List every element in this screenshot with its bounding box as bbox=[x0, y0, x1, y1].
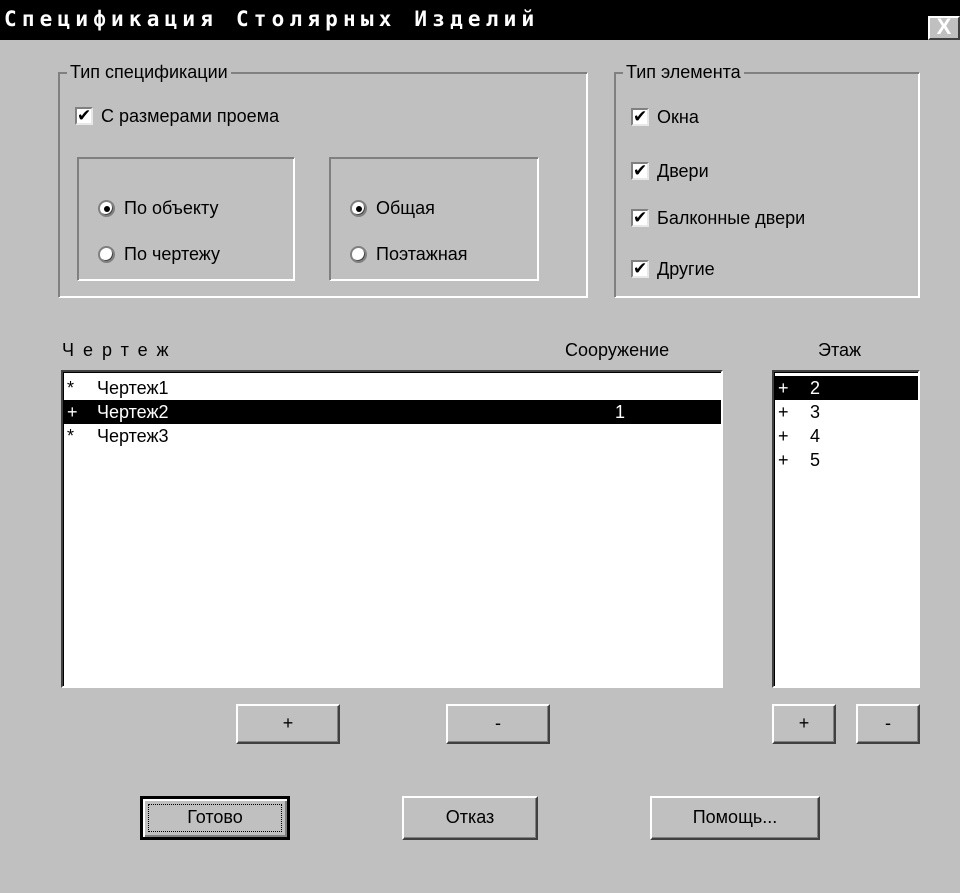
with-opening-sizes-label: С размерами проема bbox=[101, 106, 280, 126]
floor-column-header: Этаж bbox=[818, 340, 862, 360]
dialog-window: Спецификация Столярных Изделий X Тип спе… bbox=[0, 0, 960, 893]
windows-label: Окна bbox=[657, 107, 699, 127]
drawing-row-name: Чертеж2 bbox=[97, 402, 169, 422]
add-floor-button[interactable]: + bbox=[772, 704, 836, 744]
radio-general-icon bbox=[350, 200, 367, 217]
drawing-row-mark: * bbox=[67, 378, 75, 398]
remove-floor-button[interactable]: - bbox=[856, 704, 920, 744]
balcony-doors-label: Балконные двери bbox=[657, 208, 806, 228]
radio-by-object-icon bbox=[98, 200, 115, 217]
radio-by-drawing-label: По чертежу bbox=[124, 244, 221, 264]
floor-row[interactable]: + 3 bbox=[774, 400, 918, 424]
floor-row-mark: + bbox=[778, 426, 789, 446]
ok-label: Готово bbox=[187, 807, 243, 827]
floors-listbox[interactable]: + 2 + 3 + 4 + 5 bbox=[772, 370, 920, 688]
floor-row-mark: + bbox=[778, 450, 789, 470]
floor-row-value: 2 bbox=[810, 378, 821, 398]
cancel-button[interactable]: Отказ bbox=[402, 796, 538, 840]
drawing-row-mark: * bbox=[67, 426, 75, 446]
drawing-row-name: Чертеж3 bbox=[97, 426, 169, 446]
windows-check-icon: ✔ bbox=[631, 107, 649, 126]
radio-per-floor-label: Поэтажная bbox=[376, 244, 468, 264]
drawing-row-name: Чертеж1 bbox=[97, 378, 169, 398]
cancel-label: Отказ bbox=[445, 807, 495, 827]
drawing-row-mark: + bbox=[67, 402, 78, 422]
close-button[interactable]: X bbox=[928, 16, 960, 40]
spec-type-legend: Тип спецификации bbox=[67, 61, 231, 83]
floor-row-value: 4 bbox=[810, 426, 821, 446]
spec-type-group: Тип спецификации ✔ С размерами проема По… bbox=[58, 61, 588, 298]
remove-drawing-button[interactable]: - bbox=[446, 704, 550, 744]
structure-column-header: Сооружение bbox=[565, 340, 670, 360]
floor-row-value: 3 bbox=[810, 402, 821, 422]
drawing-column-header: Чертеж bbox=[62, 340, 178, 360]
floor-row[interactable]: + 4 bbox=[774, 424, 918, 448]
window-title: Спецификация Столярных Изделий bbox=[4, 7, 540, 31]
drawing-row[interactable]: * Чертеж1 bbox=[63, 376, 721, 400]
other-check-icon: ✔ bbox=[631, 259, 649, 278]
drawing-row-structure: 1 bbox=[615, 402, 626, 422]
element-type-legend: Тип элемента bbox=[623, 61, 744, 83]
radio-per-floor-icon bbox=[350, 246, 367, 263]
title-bar[interactable]: Спецификация Столярных Изделий X bbox=[0, 0, 960, 40]
doors-check-icon: ✔ bbox=[631, 161, 649, 180]
add-drawing-button[interactable]: + bbox=[236, 704, 340, 744]
remove-floor-label: - bbox=[885, 713, 891, 733]
doors-label: Двери bbox=[657, 161, 709, 181]
add-floor-label: + bbox=[798, 713, 810, 733]
floor-row-mark: + bbox=[778, 378, 789, 398]
floor-row[interactable]: + 2 bbox=[774, 376, 918, 400]
with-opening-sizes-check-icon: ✔ bbox=[75, 106, 93, 125]
scope-group: По объекту По чертежу bbox=[77, 157, 295, 281]
help-button[interactable]: Помощь... bbox=[650, 796, 820, 840]
radio-general-label: Общая bbox=[376, 198, 435, 218]
radio-by-drawing-icon bbox=[98, 246, 115, 263]
add-drawing-label: + bbox=[282, 713, 294, 733]
drawing-row[interactable]: + Чертеж2 1 bbox=[63, 400, 721, 424]
drawings-listbox[interactable]: * Чертеж1 + Чертеж2 1 * Чертеж3 bbox=[61, 370, 723, 688]
help-label: Помощь... bbox=[692, 807, 778, 827]
floor-row[interactable]: + 5 bbox=[774, 448, 918, 472]
balcony-doors-check-icon: ✔ bbox=[631, 208, 649, 227]
floor-row-mark: + bbox=[778, 402, 789, 422]
drawing-row[interactable]: * Чертеж3 bbox=[63, 424, 721, 448]
ok-button[interactable]: Готово bbox=[140, 796, 290, 840]
other-label: Другие bbox=[657, 259, 715, 279]
radio-by-object-label: По объекту bbox=[124, 198, 219, 218]
remove-drawing-label: - bbox=[495, 713, 501, 733]
floor-row-value: 5 bbox=[810, 450, 821, 470]
mode-group: Общая Поэтажная bbox=[329, 157, 539, 281]
element-type-group: Тип элемента ✔ Окна ✔ Двери ✔ Балконные … bbox=[614, 61, 920, 298]
